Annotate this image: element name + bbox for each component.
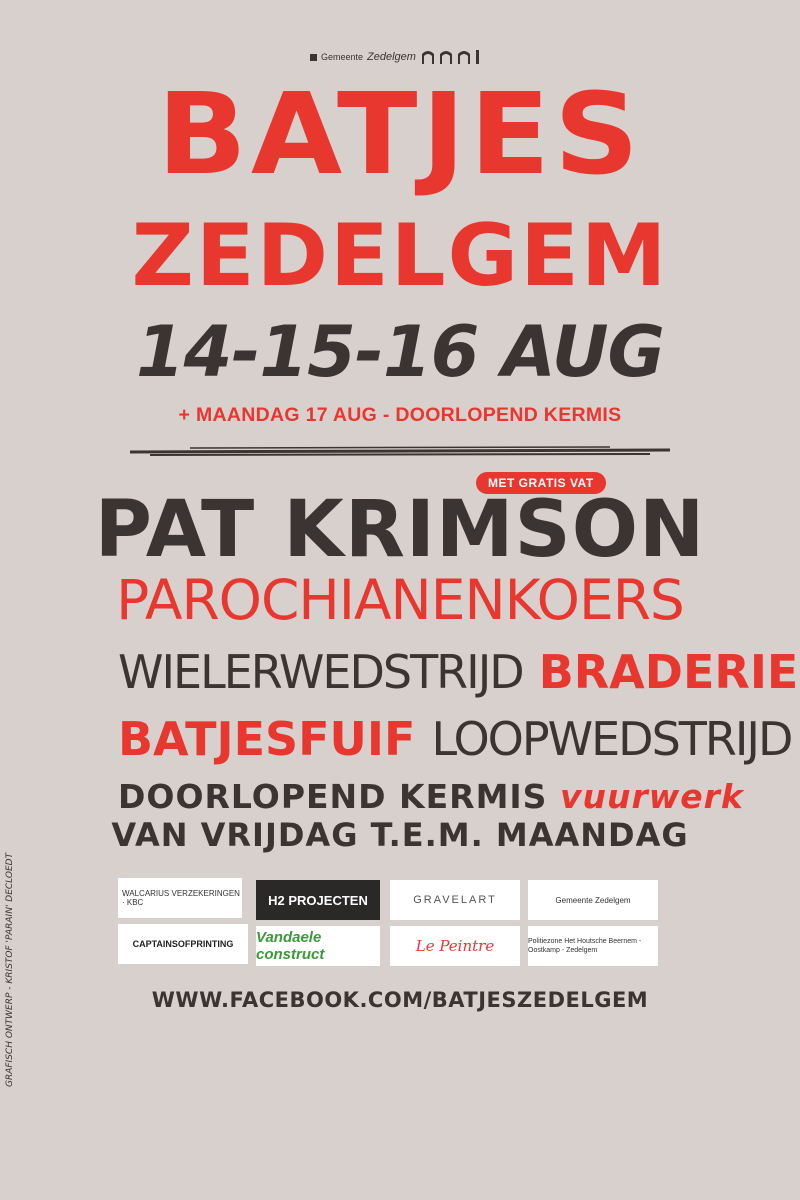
lineup-wielerwedstrijd: WIELERWEDSTRIJD (118, 645, 525, 699)
lineup-batjesfuif: BATJESFUIF (118, 712, 416, 766)
lineup-row-4: BATJESFUIF LOOPWEDSTRIJD (118, 708, 793, 770)
title-line-1: BATJES (156, 68, 644, 200)
lineup-vuurwerk: vuurwerk (559, 777, 744, 816)
sponsor-walcarius-kbc: WALCARIUS VERZEKERINGEN · KBC (118, 878, 242, 918)
design-credit: GRAFISCH ONTWERP - KRISTOF 'PARAIN' DECL… (5, 852, 15, 1087)
sponsor-vandaele-construct: Vandaele construct (256, 926, 380, 966)
arches-icon (421, 50, 479, 64)
sponsor-gravelart: GRAVELART (390, 880, 520, 920)
logo-text: Gemeente (321, 52, 364, 62)
logo-name: Zedelgem (367, 51, 416, 63)
lineup-parochianenkoers: PAROCHIANENKOERS (116, 568, 685, 632)
website-link[interactable]: WWW.FACEBOOK.COM/BATJESZEDELGEM (0, 988, 800, 1012)
lineup-kermis: DOORLOPEND KERMIS (118, 777, 548, 816)
lineup-row-5: DOORLOPEND KERMIS vuurwerk (118, 776, 744, 818)
logo-square-icon (310, 53, 317, 61)
extra-date-line: + MAANDAG 17 AUG - DOORLOPEND KERMIS (178, 404, 622, 426)
lineup-braderie: BRADERIE (538, 645, 799, 699)
sponsor-h2-projecten: H2 PROJECTEN (256, 880, 380, 920)
sponsor-politiezone: Politiezone Het Houtsche Beernem - Oostk… (528, 926, 658, 966)
event-dates: 14-15-16 AUG (135, 311, 665, 393)
headliner: PAT KRIMSON (94, 485, 706, 575)
lineup-period: VAN VRIJDAG T.E.M. MAANDAG (111, 816, 689, 854)
municipality-logo-top: Gemeente Zedelgem (310, 46, 500, 68)
sponsor-gemeente-zedelgem: Gemeente Zedelgem (528, 880, 658, 920)
sponsor-captains-of-printing: CAPTAINSOFPRINTING (118, 924, 248, 964)
title-line-2: ZEDELGEM (131, 206, 669, 306)
sponsor-le-peintre: Le Peintre (390, 926, 520, 966)
lineup-row-3: WIELERWEDSTRIJD BRADERIE (118, 644, 798, 700)
lineup-loopwedstrijd: LOOPWEDSTRIJD (431, 712, 793, 766)
brush-divider (130, 446, 670, 456)
